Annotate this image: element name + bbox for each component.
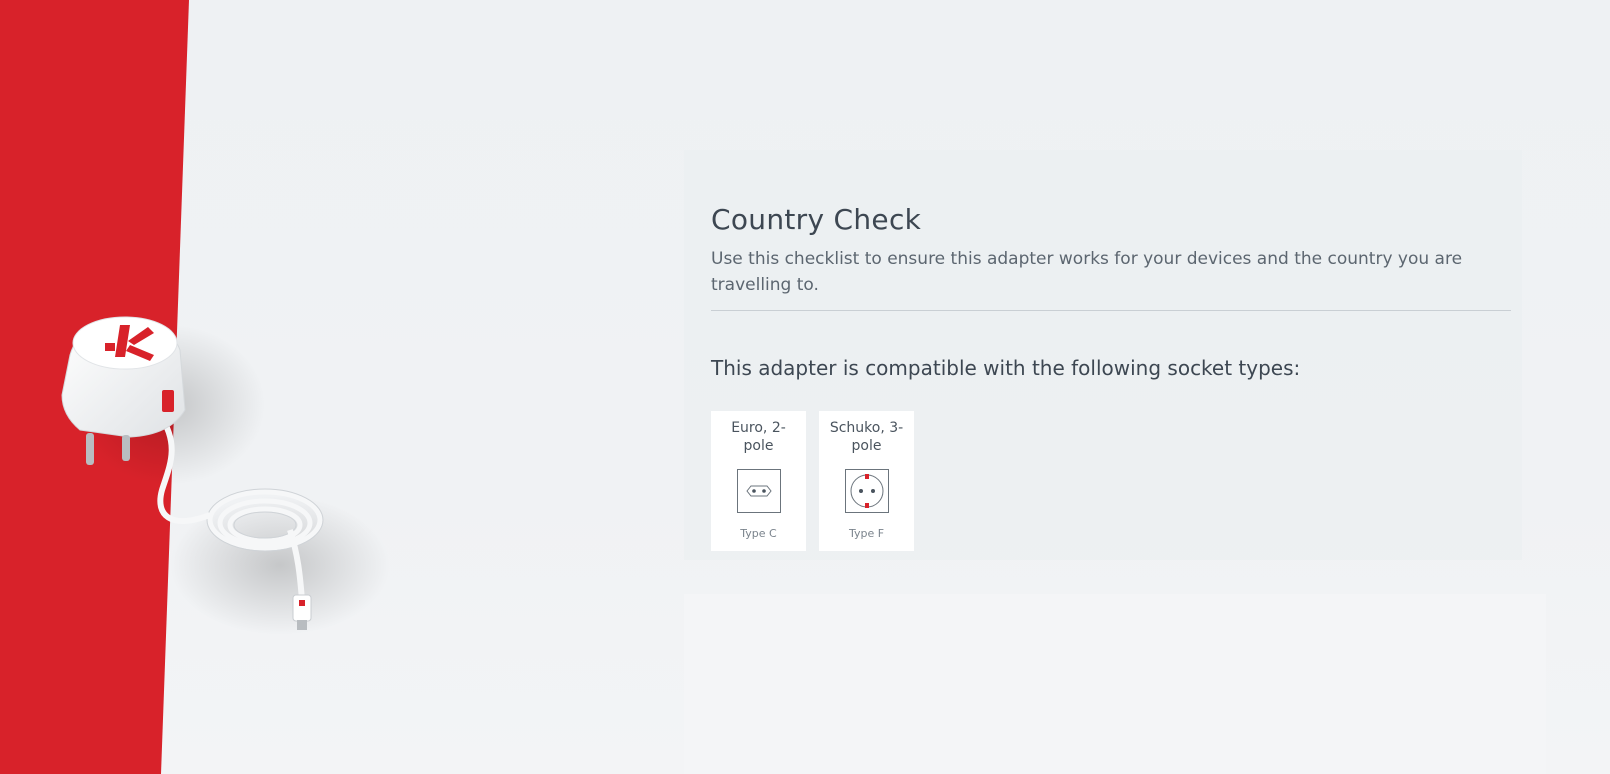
- socket-type-label: Type F: [848, 527, 885, 540]
- lower-panel-background: [684, 594, 1546, 774]
- socket-card-type-c: Euro, 2-pole Type C: [711, 411, 806, 551]
- socket-name: Schuko, 3-pole: [829, 420, 904, 454]
- schuko-3-pole-socket-icon: [844, 469, 889, 513]
- country-check-description: Use this checklist to ensure this adapte…: [711, 249, 1463, 295]
- country-check-title: Country Check: [711, 203, 922, 236]
- socket-type-list: Euro, 2-pole Type C Schuko, 3-pole Type …: [711, 411, 1511, 551]
- compatible-sockets-heading: This adapter is compatible with the foll…: [711, 356, 1301, 380]
- socket-type-label: Type C: [740, 527, 777, 540]
- section-divider: [711, 310, 1511, 311]
- euro-2-pole-socket-icon: [736, 469, 781, 513]
- socket-card-type-f: Schuko, 3-pole Type F: [819, 411, 914, 551]
- country-check-section: Country Check Use this checklist to ensu…: [711, 200, 1511, 551]
- socket-name: Euro, 2-pole: [731, 420, 786, 454]
- product-image: [61, 316, 390, 635]
